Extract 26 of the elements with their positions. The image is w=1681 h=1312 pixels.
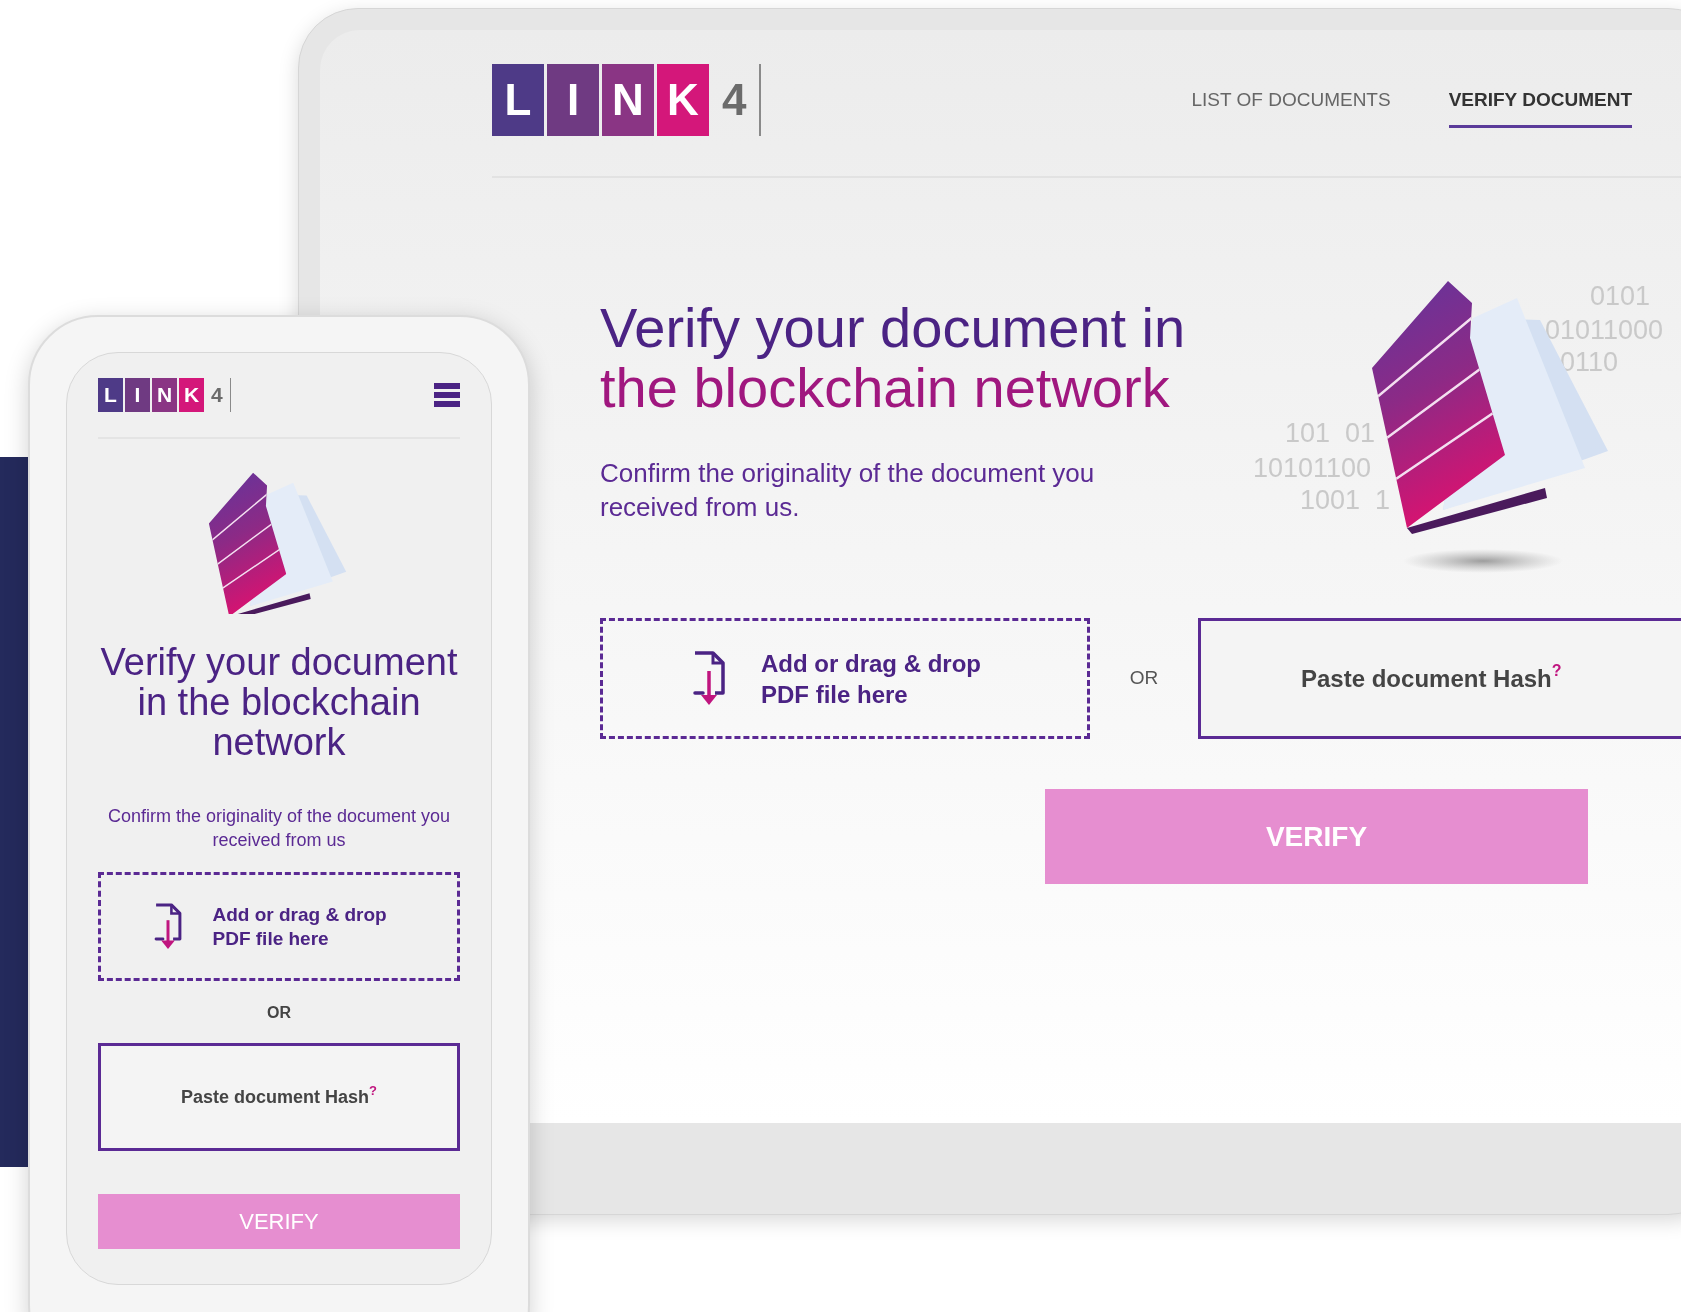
subtitle: Confirm the originality of the document you received from us.	[600, 457, 1096, 524]
subtitle: Confirm the originality of the document you received from us	[106, 805, 452, 852]
logo-letter: K	[179, 378, 204, 412]
drop-zone[interactable]: Add or drag & drop PDF file here	[98, 872, 460, 981]
drop-zone-text: Add or drag & drop PDF file here	[212, 902, 388, 951]
logo-letter: I	[547, 64, 599, 136]
menu-icon[interactable]	[434, 383, 460, 407]
or-text: OR	[1128, 666, 1160, 691]
drop-zone-text: Add or drag & drop PDF file here	[761, 648, 982, 710]
logo-letter: L	[98, 378, 123, 412]
or-text: OR	[267, 1003, 291, 1023]
logo-letter: N	[602, 64, 654, 136]
logo-letter: N	[152, 378, 177, 412]
nav-tab[interactable]: VERIFY DOCUMENT	[1448, 86, 1632, 128]
nav-tab[interactable]: LIST OF DOCUMENTS	[1191, 86, 1391, 128]
logo-number: 4	[722, 74, 747, 126]
logo-number: 4	[211, 382, 223, 409]
logo-letter: K	[657, 64, 709, 136]
drop-zone[interactable]: Add or drag & drop PDF file here	[600, 618, 1090, 739]
heading-line: the blockchain network	[600, 358, 1171, 418]
heading: Verify your document in the blockchain network	[99, 642, 459, 762]
hash-field[interactable]: Paste document Hash$^{?}$	[1198, 618, 1681, 739]
hash-field[interactable]: Paste document Hash$^{?}$	[98, 1043, 460, 1151]
heading-line: Verify your document in	[600, 298, 1186, 358]
logo-letter: L	[492, 64, 544, 136]
logo-letter: I	[125, 378, 150, 412]
